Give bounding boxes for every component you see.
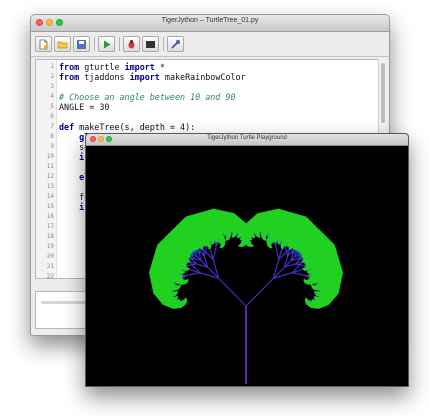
save-icon	[76, 39, 87, 50]
toolbar-separator	[163, 37, 164, 51]
code-text: # Choose an angle between 10 and 90	[59, 92, 235, 102]
code-token: from	[59, 72, 79, 82]
line-number: 14	[36, 192, 54, 202]
line-number: 1	[36, 62, 54, 72]
toolbar-separator	[119, 37, 120, 51]
code-line[interactable]: 6	[36, 112, 379, 122]
code-token: tjaddons	[79, 72, 129, 82]
debug-button[interactable]	[123, 36, 140, 52]
tree-branch	[219, 278, 246, 306]
code-token	[59, 172, 79, 182]
line-number: 4	[36, 92, 54, 102]
code-token: def	[59, 122, 74, 132]
line-number: 3	[36, 82, 54, 92]
scrollbar-thumb[interactable]	[381, 63, 385, 123]
line-number: 19	[36, 242, 54, 252]
run-icon	[101, 39, 112, 50]
playground-titlebar[interactable]: TigerJython Turtle Playground	[86, 134, 408, 146]
line-number: 21	[36, 262, 54, 272]
toolbar-separator	[94, 37, 95, 51]
code-line[interactable]: 2 from tjaddons import makeRainbowColor	[36, 72, 379, 82]
line-number: 22	[36, 272, 54, 279]
line-number: 15	[36, 202, 54, 212]
new-file-button[interactable]	[35, 36, 52, 52]
code-token: gturtle	[79, 62, 124, 72]
new-file-icon	[38, 39, 49, 50]
line-number: 6	[36, 112, 54, 122]
code-token: from	[59, 62, 79, 72]
turtle-canvas	[86, 146, 406, 384]
stop-button[interactable]	[142, 36, 159, 52]
debug-icon	[126, 39, 137, 50]
tree-branch	[186, 273, 200, 276]
line-number: 10	[36, 152, 54, 162]
code-token: import	[130, 72, 160, 82]
run-button[interactable]	[98, 36, 115, 52]
window-title: TigerJython Turtle Playground	[86, 135, 408, 141]
line-number: 12	[36, 172, 54, 182]
stop-icon	[145, 39, 156, 50]
settings-icon	[170, 39, 181, 50]
line-number: 13	[36, 182, 54, 192]
code-token: *	[155, 62, 165, 72]
code-token: # Choose an angle between 10 and 90	[59, 92, 235, 102]
code-line[interactable]: 4 # Choose an angle between 10 and 90	[36, 92, 379, 102]
code-token	[59, 152, 79, 162]
code-line[interactable]: 3	[36, 82, 379, 92]
code-line[interactable]: 7 def makeTree(s, depth = 4):	[36, 122, 379, 132]
code-token: import	[125, 62, 155, 72]
open-file-button[interactable]	[54, 36, 71, 52]
line-number: 20	[36, 252, 54, 262]
settings-button[interactable]	[167, 36, 184, 52]
line-number: 17	[36, 222, 54, 232]
code-text: def makeTree(s, depth = 4):	[59, 122, 195, 132]
code-token: makeRainbowColor	[160, 72, 246, 82]
code-text: from gturtle import *	[59, 62, 165, 72]
editor-toolbar	[31, 32, 389, 57]
turtle-playground-window: TigerJython Turtle Playground	[85, 133, 409, 387]
save-button[interactable]	[73, 36, 90, 52]
editor-titlebar[interactable]: TigerJython – TurtleTree_01.py	[31, 15, 389, 32]
code-text: ANGLE = 30	[59, 102, 109, 112]
line-number: 7	[36, 122, 54, 132]
code-line[interactable]: 1 from gturtle import *	[36, 62, 379, 72]
line-number: 5	[36, 102, 54, 112]
line-number: 9	[36, 142, 54, 152]
open-folder-icon	[57, 39, 68, 50]
line-number: 16	[36, 212, 54, 222]
window-title: TigerJython – TurtleTree_01.py	[31, 17, 389, 24]
line-number: 8	[36, 132, 54, 142]
code-token	[59, 132, 79, 142]
line-number: 18	[36, 232, 54, 242]
code-token: ANGLE = 30	[59, 102, 109, 112]
code-text: from tjaddons import makeRainbowColor	[59, 72, 246, 82]
code-token: makeTree(s, depth = 4):	[74, 122, 195, 132]
line-number: 2	[36, 72, 54, 82]
code-token	[59, 202, 79, 212]
code-line[interactable]: 5 ANGLE = 30	[36, 102, 379, 112]
line-number: 11	[36, 162, 54, 172]
